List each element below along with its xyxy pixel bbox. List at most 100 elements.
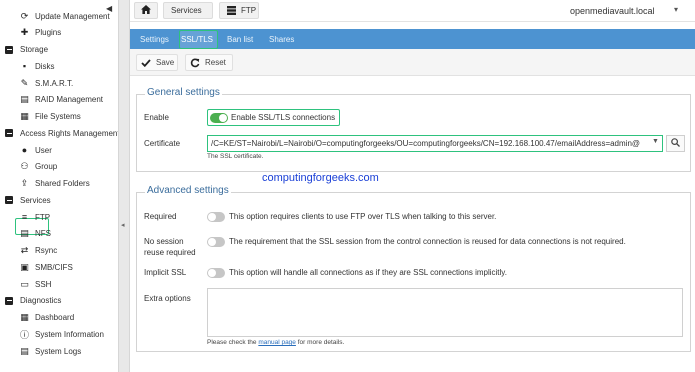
certificate-select[interactable]: /C=KE/ST=Nairobi/L=Nairobi/O=computingfo…	[207, 135, 663, 152]
group-icon: ⚇	[20, 161, 29, 172]
sidebar-group-services[interactable]: Services	[5, 192, 51, 208]
sidebar-item-label: File Systems	[35, 112, 81, 121]
implicit-ssl-toggle[interactable]	[207, 268, 225, 278]
raid-icon: ▤	[20, 94, 29, 105]
sidebar-item-rsync[interactable]: ⇄ Rsync	[19, 243, 58, 259]
implicit-ssl-label: Implicit SSL	[144, 268, 187, 277]
sidebar-item-label: Dashboard	[35, 313, 75, 322]
manual-page-link[interactable]: manual page	[258, 339, 296, 346]
extra-options-hint: Please check the manual page for more de…	[207, 339, 344, 346]
sidebar-item-s-m-a-r-t[interactable]: ✎ S.M.A.R.T.	[19, 75, 74, 91]
sidebar-item-label: Update Management	[35, 11, 110, 21]
extra-options-hint-suffix: for more details.	[297, 339, 345, 346]
chevron-down-icon[interactable]: ▼	[652, 138, 659, 145]
sidebar-item-file-systems[interactable]: ▦ File Systems	[19, 109, 81, 125]
chevron-down-icon[interactable]: ▾	[674, 5, 678, 14]
sidebar-item-label: Disks	[35, 61, 55, 71]
sidebar-group-storage[interactable]: Storage	[5, 42, 48, 58]
undo-icon	[190, 57, 200, 68]
home-icon	[141, 5, 151, 16]
nfs-icon: ▤	[20, 228, 29, 239]
no-session-reuse-toggle[interactable]	[207, 237, 225, 247]
rsync-icon: ⇄	[20, 245, 29, 255]
sidebar-item-label: S.M.A.R.T.	[35, 78, 74, 88]
panel-splitter[interactable]: ◂	[118, 0, 130, 372]
breadcrumb-home-button[interactable]	[134, 2, 158, 19]
sidebar-item-label: Access Rights Management	[20, 128, 118, 138]
no-session-reuse-label-line2: reuse required	[144, 248, 196, 257]
sidebar-item-nfs[interactable]: ▤ NFS	[19, 226, 51, 242]
action-toolbar: Save Reset	[130, 49, 695, 76]
sidebar-item-smb-cifs[interactable]: ▣ SMB/CIFS	[19, 259, 73, 275]
tab-ban-list[interactable]: Ban list	[227, 29, 253, 49]
general-settings-legend: General settings	[145, 87, 222, 98]
enable-ssl-toggle-text: Enable SSL/TLS connections	[231, 113, 336, 122]
no-session-reuse-label-line1: No session	[144, 237, 184, 246]
sidebar-item-label: SSH	[35, 279, 52, 289]
sidebar-item-system-logs[interactable]: ▤ System Logs	[19, 343, 81, 359]
sidebar-item-plugins[interactable]: ✚ Plugins	[19, 25, 62, 41]
sidebar-item-raid-management[interactable]: ▤ RAID Management	[19, 92, 103, 108]
omv-ftp-ssl-screen: ◀ ⟳ Update Management ✚ Plugins Storage ▪ Disk…	[0, 0, 695, 372]
breadcrumb-ftp[interactable]: FTP	[219, 2, 259, 19]
sidebar-item-label: SMB/CIFS	[35, 262, 73, 272]
sidebar-group-access-rights-management[interactable]: Access Rights Management	[5, 125, 118, 141]
tab-ssl-tls[interactable]: SSL/TLS	[181, 29, 213, 49]
save-button[interactable]: Save	[136, 54, 178, 71]
sidebar-group-diagnostics[interactable]: Diagnostics	[5, 293, 61, 309]
collapse-group-icon[interactable]	[5, 296, 13, 305]
sidebar-item-system-information[interactable]: ⓘ System Information	[19, 326, 104, 342]
sidebar-item-disks[interactable]: ▪ Disks	[19, 58, 55, 74]
breadcrumb-ftp-label: FTP	[241, 6, 257, 15]
ftp-icon: ≡	[21, 212, 28, 222]
navigation-sidebar: ◀ ⟳ Update Management ✚ Plugins Storage ▪ Disk…	[0, 0, 118, 372]
tab-bar: Settings SSL/TLS Ban list Shares	[130, 29, 695, 49]
sidebar-item-label: System Information	[35, 329, 104, 339]
collapse-group-icon[interactable]	[5, 45, 13, 54]
certificate-label: Certificate	[144, 139, 181, 148]
enable-ssl-toggle[interactable]	[210, 113, 228, 123]
sidebar-item-dashboard[interactable]: ▦ Dashboard	[19, 310, 74, 326]
general-settings-fieldset: General settings Enable Enable SSL/TLS c…	[136, 87, 691, 172]
smart-icon: ✎	[20, 77, 29, 88]
logs-icon: ▤	[20, 345, 29, 356]
watermark-text: computingforgeeks.com	[262, 172, 379, 184]
certificate-search-button[interactable]	[666, 135, 685, 152]
collapse-group-icon[interactable]	[5, 196, 13, 205]
sidebar-item-shared-folders[interactable]: ⇪ Shared Folders	[19, 176, 90, 192]
share-icon: ⇪	[20, 178, 29, 188]
sidebar-item-label: User	[35, 145, 52, 155]
splitter-collapse-icon[interactable]: ◂	[121, 221, 125, 229]
sidebar-item-label: Diagnostics	[20, 296, 62, 306]
sidebar-item-update-management[interactable]: ⟳ Update Management	[19, 8, 110, 24]
smb-icon: ▣	[20, 261, 29, 272]
tab-settings[interactable]: Settings	[140, 29, 169, 49]
hostname-label: openmediavault.local	[570, 6, 655, 16]
reset-button[interactable]: Reset	[185, 54, 233, 71]
info-icon: ⓘ	[19, 329, 29, 340]
ssh-icon: ▭	[20, 278, 29, 289]
sidebar-item-label: Shared Folders	[35, 179, 90, 188]
extra-options-textarea[interactable]	[207, 288, 683, 337]
reset-button-label: Reset	[205, 58, 226, 67]
no-session-reuse-description: The requirement that the SSL session fro…	[229, 237, 626, 246]
ftp-icon	[227, 5, 236, 16]
required-toggle[interactable]	[207, 212, 225, 222]
disk-icon: ▪	[22, 61, 27, 72]
sidebar-item-group[interactable]: ⚇ Group	[19, 159, 57, 175]
collapse-group-icon[interactable]	[5, 129, 13, 138]
breadcrumb-bar: Services FTP openmediavault.local ▾	[130, 0, 695, 22]
sidebar-item-ssh[interactable]: ▭ SSH	[19, 276, 51, 292]
sidebar-item-user[interactable]: ● User	[19, 142, 52, 158]
sidebar-item-label: System Logs	[35, 346, 82, 356]
tab-shares[interactable]: Shares	[269, 29, 294, 49]
save-button-label: Save	[156, 58, 175, 67]
breadcrumb-services[interactable]: Services	[163, 2, 213, 19]
plugin-icon: ✚	[20, 27, 29, 38]
sidebar-item-label: Services	[20, 195, 51, 205]
certificate-hint: The SSL certificate.	[207, 153, 264, 160]
sidebar-item-ftp[interactable]: ≡ FTP	[19, 209, 50, 225]
user-icon: ●	[21, 145, 28, 155]
enable-label: Enable	[144, 113, 169, 122]
required-label: Required	[144, 212, 177, 221]
